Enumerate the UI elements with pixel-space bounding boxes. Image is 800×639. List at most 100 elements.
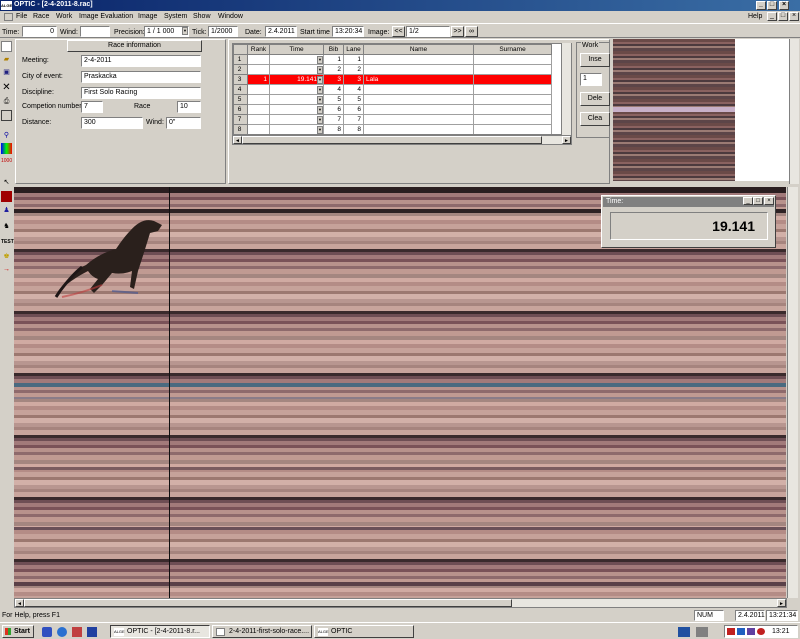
pointer-icon[interactable]: ↖ (1, 177, 12, 188)
prev-image-button[interactable]: << (392, 26, 405, 37)
loop-button[interactable]: ∞ (465, 26, 478, 37)
media-icon[interactable] (72, 627, 82, 637)
bib-cell[interactable]: 1 (323, 54, 344, 65)
table-row[interactable]: 4 ▼ 4 4 (233, 84, 552, 95)
open-folder-icon[interactable]: ▰ (1, 54, 12, 65)
child-close-button[interactable]: × (789, 12, 799, 21)
name-cell[interactable] (363, 64, 474, 75)
results-hscrollbar[interactable]: ◄ ► (232, 135, 572, 145)
task-optic[interactable]: ALGE OPTIC (314, 625, 414, 638)
chevron-down-icon[interactable]: ▼ (317, 85, 323, 94)
surname-cell[interactable] (473, 94, 552, 105)
table-row[interactable]: 1 ▼ 1 1 (233, 54, 552, 65)
time-window[interactable]: Time: _ □ × 19.141 (601, 195, 776, 248)
clear-button[interactable]: Clea (580, 112, 610, 126)
time-cell[interactable]: ▼ (269, 84, 324, 95)
time-cell[interactable]: ▼ (269, 124, 324, 134)
tray-keyboard-icon[interactable] (696, 627, 708, 637)
chevron-down-icon[interactable]: ▼ (317, 95, 323, 104)
col-lane[interactable]: Lane (343, 44, 364, 55)
delete-icon[interactable]: ✕ (1, 82, 12, 93)
scale-1000-icon[interactable]: 1000 (1, 156, 12, 167)
photo-finish-image[interactable] (14, 187, 786, 598)
bib-cell[interactable]: 8 (323, 124, 344, 134)
scroll-right-icon[interactable]: ► (562, 136, 571, 144)
rank-cell[interactable] (247, 124, 270, 134)
race-info-header[interactable]: Race information (67, 40, 202, 52)
chevron-down-icon[interactable]: ▼ (317, 105, 323, 114)
surname-cell[interactable] (473, 64, 552, 75)
col-rank[interactable]: Rank (247, 44, 270, 55)
table-row[interactable]: 2 ▼ 2 2 (233, 64, 552, 75)
race-input[interactable]: 10 (177, 101, 201, 113)
doc-icon[interactable] (4, 13, 13, 21)
table-row[interactable]: 7 ▼ 7 7 (233, 114, 552, 125)
red-arrow-icon[interactable]: → (1, 264, 12, 275)
time-cell[interactable]: ▼ (269, 114, 324, 125)
surname-cell[interactable] (473, 114, 552, 125)
menu-system[interactable]: System (164, 13, 187, 20)
chevron-down-icon[interactable]: ▼ (317, 55, 323, 64)
preview-icon[interactable] (1, 110, 12, 121)
scroll-thumb[interactable] (242, 136, 542, 144)
lane-cell[interactable]: 4 (343, 84, 364, 95)
tray-shield-icon[interactable] (757, 628, 765, 635)
minimize-button[interactable]: _ (756, 1, 766, 10)
wind-input[interactable] (80, 26, 110, 37)
lane-cell[interactable]: 6 (343, 104, 364, 115)
menu-help[interactable]: Help (748, 13, 762, 20)
time-window-close-button[interactable]: × (764, 197, 774, 205)
lane-cell[interactable]: 3 (343, 74, 364, 85)
surname-cell[interactable] (473, 54, 552, 65)
name-cell[interactable] (363, 114, 474, 125)
menu-show[interactable]: Show (193, 13, 211, 20)
next-image-button[interactable]: >> (451, 26, 464, 37)
rank-cell[interactable]: 1 (247, 74, 270, 85)
table-row[interactable]: 6 ▼ 6 6 (233, 104, 552, 115)
chevron-down-icon[interactable]: ▼ (317, 65, 323, 74)
count-stepper[interactable]: 1 (580, 73, 602, 86)
rank-cell[interactable] (247, 114, 270, 125)
ie-icon[interactable] (57, 627, 67, 637)
close-button[interactable]: × (779, 1, 789, 10)
col-surname[interactable]: Surname (473, 44, 552, 55)
time-cell[interactable]: ▼ (269, 104, 324, 115)
name-cell[interactable]: Lala (363, 74, 474, 85)
menu-image[interactable]: Image (138, 13, 157, 20)
image-hscrollbar[interactable]: ◄ ► (14, 598, 787, 608)
bib-cell[interactable]: 4 (323, 84, 344, 95)
maximize-button[interactable]: □ (767, 1, 777, 10)
results-vscrollbar[interactable] (561, 43, 571, 135)
meeting-input[interactable]: 2-4-2011 (81, 55, 201, 67)
surname-cell[interactable] (473, 84, 552, 95)
lane-cell[interactable]: 1 (343, 54, 364, 65)
lane-cell[interactable]: 2 (343, 64, 364, 75)
chevron-down-icon[interactable]: ▼ (317, 125, 323, 134)
delete-button[interactable]: Dele (580, 92, 610, 106)
desktop-icon[interactable] (42, 627, 52, 637)
name-cell[interactable] (363, 104, 474, 115)
rank-cell[interactable] (247, 64, 270, 75)
surname-cell[interactable] (473, 74, 552, 85)
sprinter-icon[interactable]: ♚ (1, 251, 12, 262)
bib-cell[interactable]: 2 (323, 64, 344, 75)
scroll-left-icon[interactable]: ◄ (15, 599, 24, 607)
runner-icon[interactable]: ♟ (1, 205, 12, 216)
scroll-right-icon[interactable]: ► (777, 599, 786, 607)
surname-cell[interactable] (473, 104, 552, 115)
child-minimize-button[interactable]: _ (767, 12, 777, 21)
rank-cell[interactable] (247, 104, 270, 115)
scroll-thumb[interactable] (24, 599, 512, 607)
dog-icon[interactable]: ♞ (1, 221, 12, 232)
chevron-down-icon[interactable]: ▼ (317, 115, 323, 124)
tick-input[interactable]: 1/2000 (208, 26, 238, 37)
clock[interactable]: 13:21 (772, 627, 790, 636)
time-window-minimize-button[interactable]: _ (743, 197, 753, 205)
task-optic-main[interactable]: ALGE OPTIC - [2-4-2011-8.r... (110, 625, 210, 638)
scroll-left-icon[interactable]: ◄ (233, 136, 242, 144)
word-icon[interactable] (87, 627, 97, 637)
image-vscrollbar[interactable] (787, 187, 798, 598)
start-time-input[interactable]: 13:20:34 (332, 26, 364, 37)
top-right-vscrollbar[interactable] (789, 39, 799, 184)
date-input[interactable]: 2.4.2011 (265, 26, 297, 37)
